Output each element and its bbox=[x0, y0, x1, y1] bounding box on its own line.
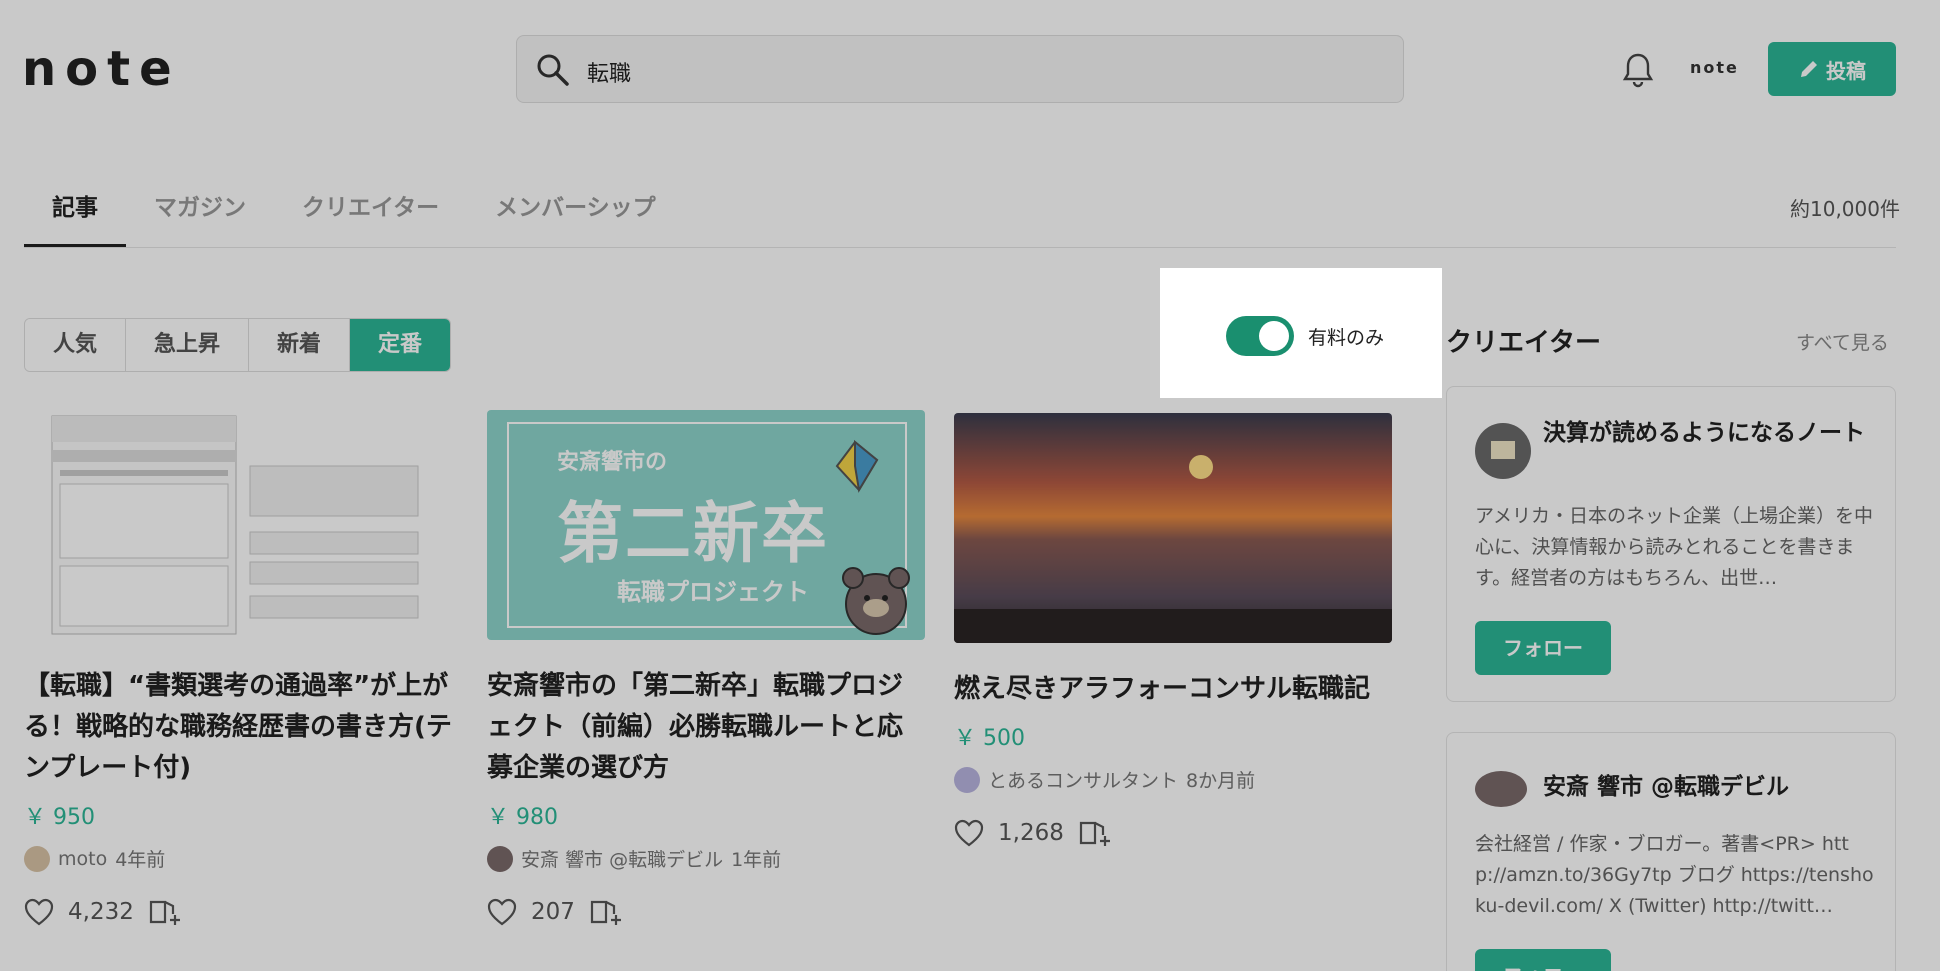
paid-only-label: 有料のみ bbox=[1308, 327, 1385, 349]
paid-only-filter: 有料のみ bbox=[1160, 268, 1442, 398]
paid-only-toggle[interactable] bbox=[1226, 316, 1294, 356]
dim-overlay bbox=[0, 0, 1940, 971]
toggle-knob bbox=[1259, 321, 1289, 351]
